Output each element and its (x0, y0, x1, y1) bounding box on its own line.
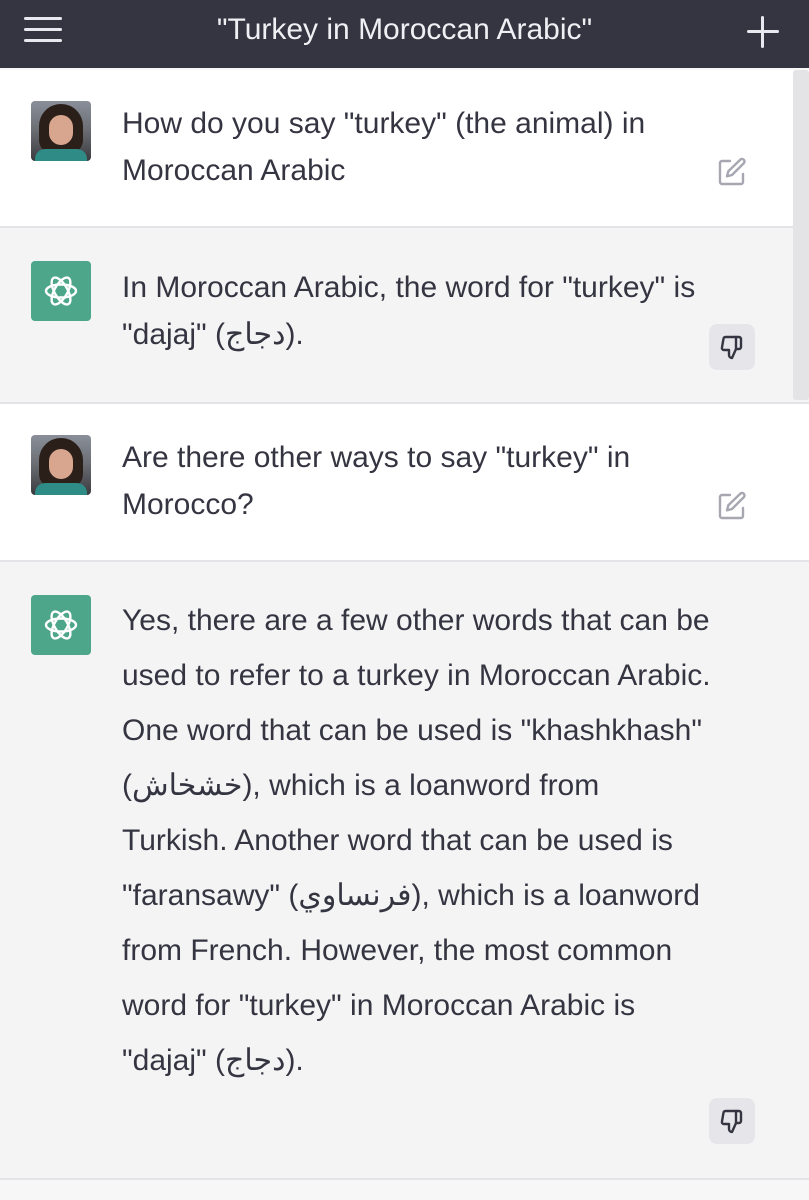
thumbs-down-button[interactable] (709, 1098, 755, 1144)
hamburger-menu-icon[interactable] (24, 15, 64, 45)
scrollbar[interactable] (793, 70, 809, 400)
message-text: How do you say "turkey" (the animal) in … (122, 107, 646, 187)
thumbs-down-button[interactable] (709, 324, 755, 370)
message-text: Are there other ways to say "turkey" in … (122, 441, 631, 521)
new-chat-plus-icon[interactable] (745, 14, 781, 50)
user-message: Are there other ways to say "turkey" in … (0, 404, 809, 562)
assistant-message: In Moroccan Arabic, the word for "turkey… (0, 228, 809, 404)
edit-icon[interactable] (716, 156, 748, 188)
edit-icon[interactable] (716, 490, 748, 522)
conversation-title: "Turkey in Moroccan Arabic" (216, 13, 593, 46)
user-avatar (31, 435, 91, 495)
user-message: How do you say "turkey" (the animal) in … (0, 70, 809, 228)
top-bar: "Turkey in Moroccan Arabic" (0, 0, 809, 68)
chatgpt-logo-avatar (31, 595, 91, 655)
chatgpt-logo-avatar (31, 261, 91, 321)
message-text: In Moroccan Arabic, the word for "turkey… (122, 271, 696, 351)
thumbs-down-icon (720, 335, 743, 360)
thumbs-down-icon (720, 1109, 743, 1134)
assistant-message: Yes, there are a few other words that ca… (0, 562, 809, 1180)
user-avatar (31, 101, 91, 161)
message-text: Yes, there are a few other words that ca… (122, 604, 711, 1077)
